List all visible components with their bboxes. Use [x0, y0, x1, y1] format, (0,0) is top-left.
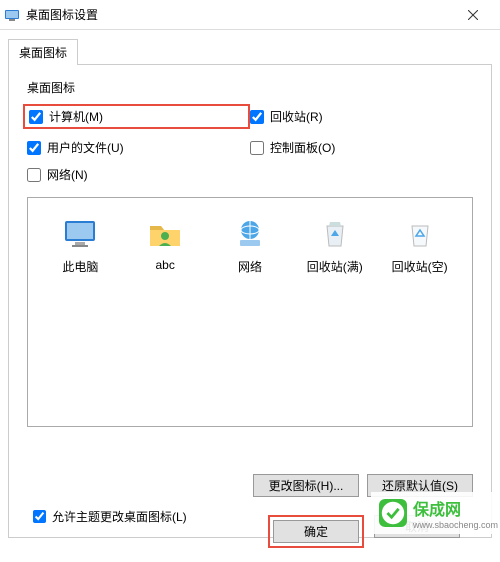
- close-button[interactable]: [450, 0, 496, 30]
- checkbox-userfiles[interactable]: 用户的文件(U): [27, 139, 250, 156]
- icon-user-folder[interactable]: abc: [132, 216, 198, 275]
- recycle-full-icon: [317, 216, 353, 252]
- checkbox-network[interactable]: 网络(N): [27, 166, 250, 183]
- folder-user-icon: [147, 216, 183, 252]
- watermark-name: 保成网: [413, 496, 498, 520]
- titlebar: 桌面图标设置: [0, 0, 500, 30]
- checkbox-userfiles-label: 用户的文件(U): [47, 139, 124, 156]
- window-title: 桌面图标设置: [26, 6, 450, 23]
- icon-network-label: 网络: [238, 258, 262, 275]
- checkbox-network-label: 网络(N): [47, 166, 88, 183]
- watermark: 保成网 www.sbaocheng.com: [371, 492, 500, 534]
- icon-recycle-full[interactable]: 回收站(满): [302, 216, 368, 275]
- ok-button[interactable]: 确定: [273, 520, 359, 543]
- checkbox-computer-label: 计算机(M): [49, 108, 103, 125]
- checkbox-recycle-input[interactable]: [250, 110, 264, 124]
- change-icon-button[interactable]: 更改图标(H)...: [253, 474, 359, 497]
- icon-recycle-empty[interactable]: 回收站(空): [387, 216, 453, 275]
- icon-recycle-full-label: 回收站(满): [307, 258, 363, 275]
- section-label: 桌面图标: [27, 79, 473, 96]
- icon-pc-label: 此电脑: [62, 258, 98, 275]
- checkbox-computer[interactable]: 计算机(M): [23, 104, 250, 129]
- ok-highlight: 确定: [268, 515, 364, 548]
- checkbox-control-label: 控制面板(O): [270, 139, 335, 156]
- watermark-text: 保成网 www.sbaocheng.com: [413, 496, 498, 530]
- recycle-empty-icon: [402, 216, 438, 252]
- tab-desktop-icons[interactable]: 桌面图标: [8, 39, 78, 65]
- checkbox-network-input[interactable]: [27, 168, 41, 182]
- tab-content: 桌面图标 计算机(M) 回收站(R) 用户的文件(U) 控制面板(O) 网络(N…: [8, 64, 492, 538]
- icon-network[interactable]: 网络: [217, 216, 283, 275]
- icon-user-label: abc: [156, 258, 175, 272]
- checkbox-recycle[interactable]: 回收站(R): [250, 104, 473, 129]
- checkbox-control-input[interactable]: [250, 141, 264, 155]
- checkbox-group: 计算机(M) 回收站(R) 用户的文件(U) 控制面板(O) 网络(N): [27, 104, 473, 183]
- checkbox-userfiles-input[interactable]: [27, 141, 41, 155]
- checkbox-computer-input[interactable]: [29, 110, 43, 124]
- watermark-url: www.sbaocheng.com: [413, 520, 498, 530]
- icon-row: 此电脑 abc 网络 回收站(满) 回收站(空): [38, 216, 462, 275]
- network-icon: [232, 216, 268, 252]
- pc-icon: [62, 216, 98, 252]
- icon-this-pc[interactable]: 此电脑: [47, 216, 113, 275]
- icon-recycle-empty-label: 回收站(空): [392, 258, 448, 275]
- icon-preview: 此电脑 abc 网络 回收站(满) 回收站(空): [27, 197, 473, 427]
- checkbox-recycle-label: 回收站(R): [270, 108, 323, 125]
- tab-area: 桌面图标 桌面图标 计算机(M) 回收站(R) 用户的文件(U) 控制面板(O): [0, 30, 500, 538]
- watermark-badge-icon: [379, 499, 407, 527]
- checkbox-control[interactable]: 控制面板(O): [250, 139, 473, 156]
- app-icon: [4, 7, 20, 23]
